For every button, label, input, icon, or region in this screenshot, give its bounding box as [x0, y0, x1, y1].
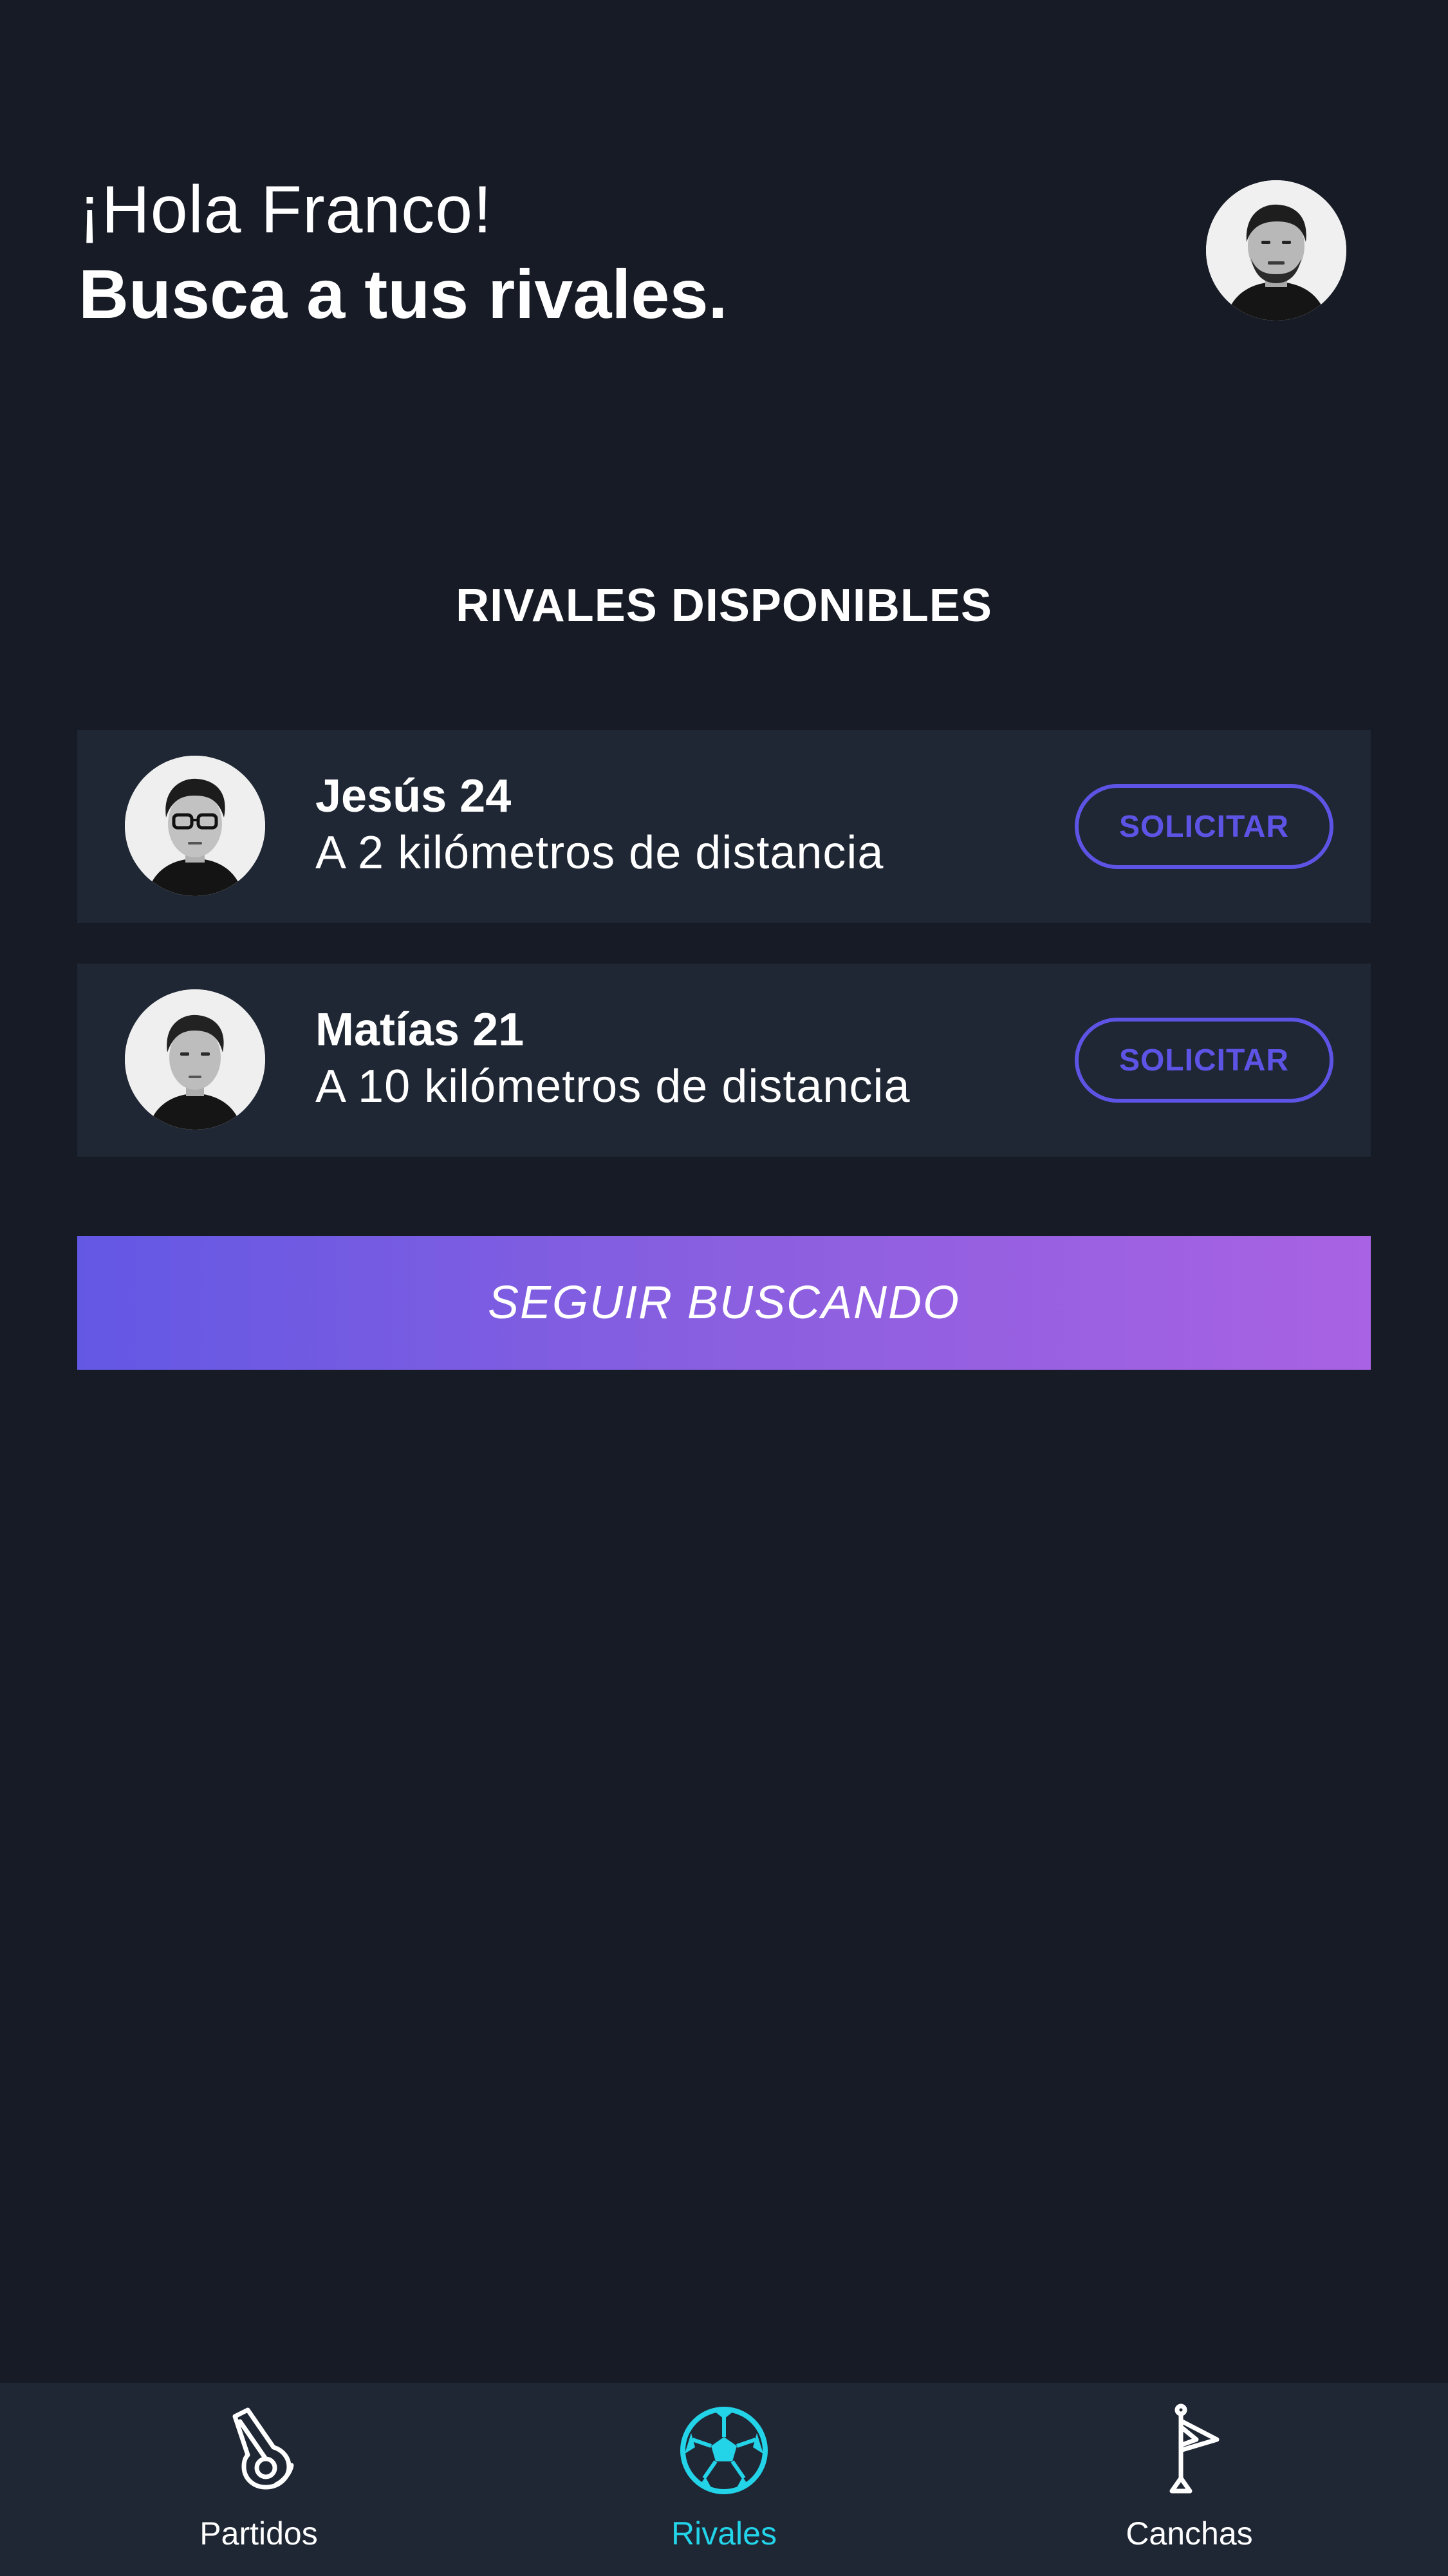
tab-canchas[interactable]: Canchas [996, 2383, 1382, 2576]
rival-name: Jesús 24 [315, 770, 512, 822]
solicitar-button[interactable]: SOLICITAR [1075, 1018, 1333, 1103]
page-title: Busca a tus rivales. [79, 255, 728, 333]
greeting-text: ¡Hola Franco! [79, 173, 492, 247]
tab-label: Partidos [200, 2515, 318, 2552]
tab-label: Rivales [671, 2515, 777, 2552]
rival-distance: A 2 kilómetros de distancia [315, 827, 884, 879]
rival-avatar [125, 756, 265, 896]
section-title: RIVALES DISPONIBLES [456, 580, 992, 631]
rival-distance: A 10 kilómetros de distancia [315, 1061, 911, 1112]
tab-partidos[interactable]: Partidos [66, 2383, 452, 2576]
rival-card: Matías 21 A 10 kilómetros de distancia S… [77, 964, 1371, 1157]
solicitar-button[interactable]: SOLICITAR [1075, 784, 1333, 869]
corner-flag-icon [1169, 2403, 1220, 2494]
rival-avatar-photo [125, 989, 265, 1130]
rival-card: Jesús 24 A 2 kilómetros de distancia SOL… [77, 730, 1371, 923]
rival-avatar [125, 989, 265, 1130]
rivals-screen: ¡Hola Franco! Busca a tus rivales. RIVAL… [0, 0, 1448, 2576]
rival-name: Matías 21 [315, 1004, 524, 1056]
user-avatar-photo [1206, 180, 1346, 321]
rival-avatar-photo [125, 756, 265, 896]
user-avatar[interactable] [1206, 180, 1346, 321]
tab-label: Canchas [1126, 2515, 1253, 2552]
soccer-ball-icon [680, 2407, 768, 2494]
tab-rivales[interactable]: Rivales [531, 2383, 917, 2576]
bottom-nav: Partidos Rivales Canchas [0, 2383, 1448, 2576]
whistle-icon [232, 2407, 294, 2490]
seguir-buscando-button[interactable]: SEGUIR BUSCANDO [77, 1236, 1371, 1370]
